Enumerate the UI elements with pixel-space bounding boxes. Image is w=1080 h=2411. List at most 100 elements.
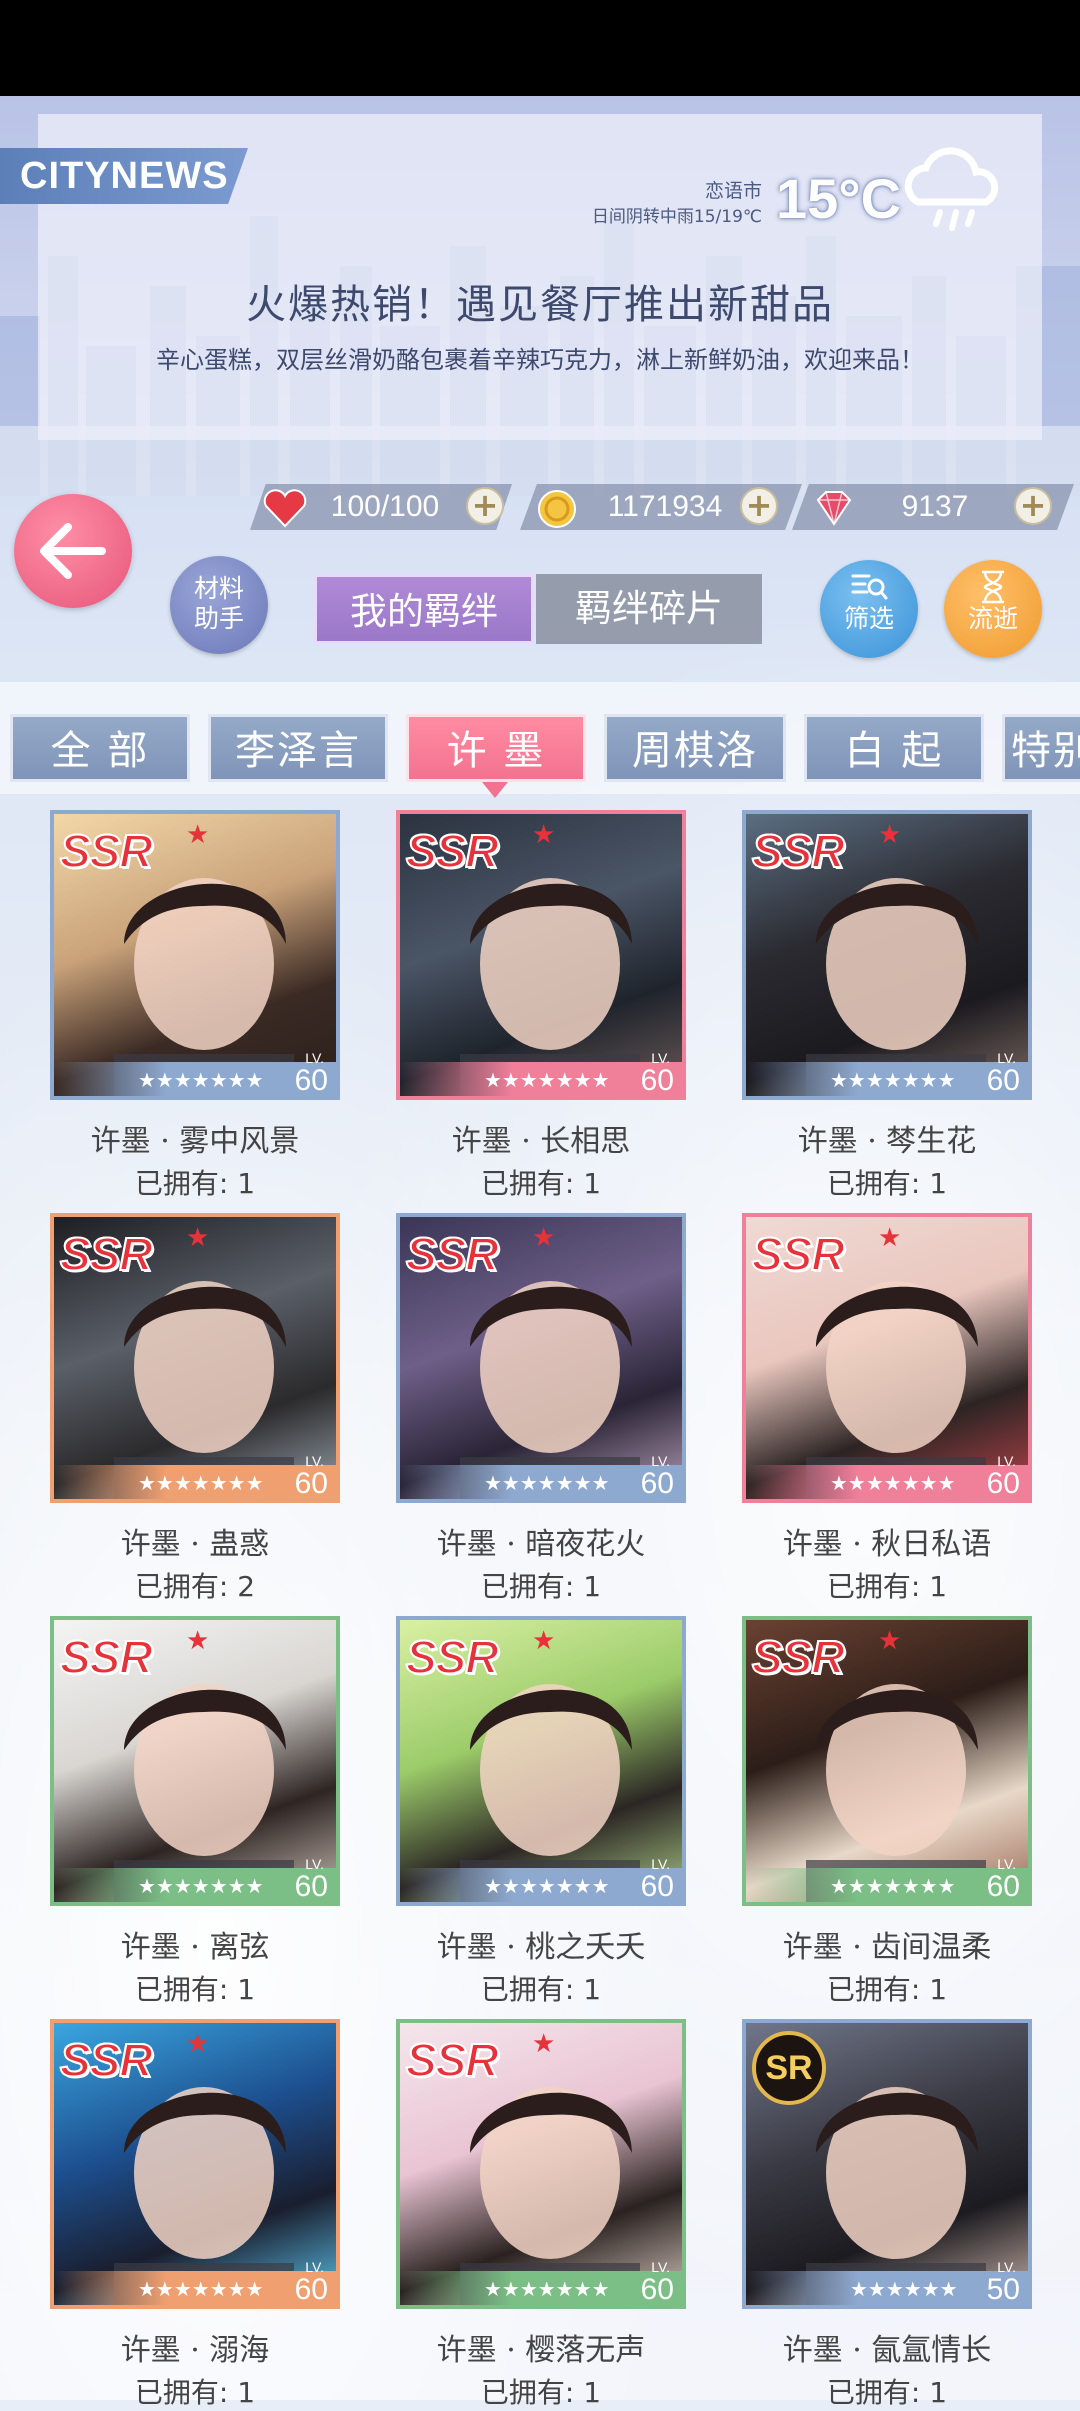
category-xu-mo[interactable]: 许 墨 [406,714,586,782]
card-owned-count: 已拥有: 1 [826,1973,948,2006]
card-owned-count: 已拥有: 1 [480,1167,602,1200]
card-name: 许墨 · 蛊惑 [120,1527,270,1562]
ssr-badge: SSR [405,1630,500,1684]
status-bar [0,0,1080,96]
ssr-star-icon: ★ [878,1223,902,1253]
card-name: 许墨 · 离弦 [120,1930,270,1965]
active-category-indicator [482,782,508,798]
card-frame: SSR ★ ★★★★★★★ LV. 60 [396,1213,686,1503]
gold-plus-button[interactable]: + [740,487,778,525]
ssr-star-icon: ★ [532,1223,556,1253]
filter-button[interactable]: 筛选 [820,560,918,658]
ssr-star-icon: ★ [532,820,556,850]
card-owned-count: 已拥有: 1 [480,2376,602,2409]
star-rating: ★★★★★★★ [138,1874,264,1898]
diamond-value: 9137 [901,490,969,523]
level-value: 60 [294,1467,328,1500]
star-rating: ★★★★★★★ [484,1471,610,1495]
flow-label: 流逝 [967,604,1018,633]
card-name: 许墨 · 雾中风景 [90,1124,300,1159]
ssr-badge: SSR [59,1227,154,1281]
level-value: 60 [986,1467,1020,1500]
filter-icon [851,574,888,600]
ssr-badge: SSR [751,1630,846,1684]
materials-label-2: 助手 [193,604,244,633]
card-name: 许墨 · 棽生花 [797,1124,977,1159]
level-value: 60 [294,1064,328,1097]
citynews-banner: CITYNEWS [0,148,248,204]
card-name: 许墨 · 长相思 [451,1124,631,1159]
card-name: 许墨 · 氤氲情长 [782,2333,992,2368]
card-frame: SR ★★★★★★ LV. 50 [742,2019,1032,2309]
heart-icon [263,489,307,528]
level-value: 60 [640,1870,674,1903]
ssr-star-icon: ★ [878,1626,902,1656]
level-value: 60 [640,2273,674,2306]
card-name: 许墨 · 齿间温柔 [782,1930,992,1965]
ssr-badge: SSR [59,1630,154,1684]
stamina-plus-button[interactable]: + [466,487,504,525]
ssr-badge: SSR [405,824,500,878]
card-owned-count: 已拥有: 1 [826,1167,948,1200]
news-subline: 辛心蛋糕，双层丝滑奶酪包裹着辛辣巧克力，淋上新鲜奶油，欢迎来品！ [156,346,924,374]
weather-city: 恋语市 [704,180,762,202]
card-owned-count: 已拥有: 1 [480,1973,602,2006]
card-name: 许墨 · 溺海 [120,2333,270,2368]
back-button[interactable] [14,494,132,608]
level-value: 60 [294,1870,328,1903]
ssr-badge: SSR [59,2033,154,2087]
stamina-value: 100/100 [330,490,440,523]
level-value: 50 [986,2273,1020,2306]
diamond-plus-button[interactable]: + [1014,487,1052,525]
card-frame: SSR ★ ★★★★★★★ LV. 60 [396,2019,686,2309]
category-bai-qi[interactable]: 白 起 [804,714,984,782]
ssr-badge: SSR [59,824,154,878]
card-name: 许墨 · 樱落无声 [436,2333,646,2368]
star-rating: ★★★★★★★ [830,1471,956,1495]
weather-temperature: 15°C [776,167,902,230]
card-frame: SSR ★ ★★★★★★★ LV. 60 [742,810,1032,1100]
card-frame: SSR ★ ★★★★★★★ LV. 60 [742,1616,1032,1906]
materials-assistant-button[interactable]: 材料 助手 [170,556,268,654]
card-frame: SSR ★ ★★★★★★★ LV. 60 [50,1213,340,1503]
weather-description: 日间阴转中雨15/19℃ [591,207,762,227]
card-owned-count: 已拥有: 2 [134,1570,256,1603]
card-frame: SSR ★ ★★★★★★★ LV. 60 [396,1616,686,1906]
ssr-badge: SSR [405,1227,500,1281]
category-special[interactable]: 特别 [1002,714,1080,782]
level-value: 60 [986,1064,1020,1097]
sr-badge: SR [752,2031,826,2105]
back-arrow-icon [40,523,106,579]
level-value: 60 [294,2273,328,2306]
card-owned-count: 已拥有: 1 [134,1973,256,2006]
star-rating: ★★★★★★★ [484,1068,610,1092]
flow-button[interactable]: 流逝 [944,560,1042,658]
category-zhou-qiluo[interactable]: 周棋洛 [604,714,786,782]
ssr-badge: SSR [405,2033,500,2087]
materials-label-1: 材料 [193,574,244,603]
card-owned-count: 已拥有: 1 [134,2376,256,2409]
ssr-badge: SSR [751,824,846,878]
tab-my-bonds[interactable]: 我的羁绊 [314,574,534,644]
card-frame: SSR ★ ★★★★★★★ LV. 60 [50,1616,340,1906]
level-value: 60 [640,1064,674,1097]
rain-cloud-icon [904,147,999,231]
category-li-zeyan[interactable]: 李泽言 [208,714,388,782]
ssr-star-icon: ★ [186,1626,210,1656]
level-value: 60 [640,1467,674,1500]
tab-bond-fragments[interactable]: 羁绊碎片 [536,574,762,644]
star-rating: ★★★★★★★ [830,1874,956,1898]
card-name: 许墨 · 暗夜花火 [436,1527,646,1562]
star-rating: ★★★★★★★ [138,2277,264,2301]
gold-value: 1171934 [607,490,723,523]
card-frame: SSR ★ ★★★★★★★ LV. 60 [50,2019,340,2309]
card-name: 许墨 · 桃之夭夭 [436,1930,646,1965]
card-owned-count: 已拥有: 1 [826,1570,948,1603]
card-frame: SSR ★ ★★★★★★★ LV. 60 [742,1213,1032,1503]
card-owned-count: 已拥有: 1 [480,1570,602,1603]
news-headline: 火爆热销！遇见餐厅推出新甜品 [246,282,834,328]
category-all[interactable]: 全 部 [10,714,190,782]
star-rating: ★★★★★★★ [138,1471,264,1495]
card-frame: SSR ★ ★★★★★★★ LV. 60 [50,810,340,1100]
gold-coin-icon [538,490,576,528]
